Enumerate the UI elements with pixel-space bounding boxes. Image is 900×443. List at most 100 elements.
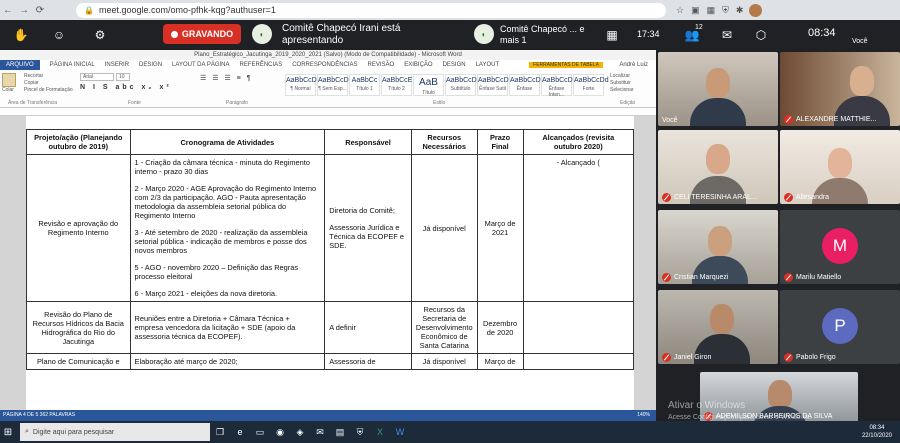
- tab-references[interactable]: REFERÊNCIAS: [240, 62, 283, 68]
- replace-button[interactable]: Substituir: [610, 80, 634, 87]
- tab-table-layout[interactable]: LAYOUT: [476, 62, 500, 68]
- find-button[interactable]: Localizar: [610, 73, 634, 80]
- participant-tile[interactable]: Allesandra: [780, 130, 900, 204]
- cell-responsible[interactable]: Diretoria do Comitê; Assessoria Jurídica…: [324, 154, 412, 302]
- puzzle-icon[interactable]: ✱: [736, 5, 744, 16]
- style-intense-emphasis[interactable]: AaBbCcDd Ênfase Inten...: [541, 74, 577, 98]
- tab-design[interactable]: DESIGN: [139, 62, 162, 68]
- cell-achieved[interactable]: - Alcançado (: [522, 154, 634, 302]
- edge-icon[interactable]: e: [230, 421, 250, 443]
- cell-resources[interactable]: Já disponível: [410, 154, 478, 302]
- paste-icon[interactable]: [2, 73, 16, 87]
- style-emphasis[interactable]: AaBbCcDd Ênfase: [509, 74, 545, 96]
- chrome-icon[interactable]: ◉: [270, 421, 290, 443]
- zoom-level[interactable]: 140%: [637, 410, 650, 421]
- extension-icon[interactable]: ▣: [691, 5, 700, 16]
- reload-icon[interactable]: ⟳: [32, 5, 48, 16]
- cell-deadline[interactable]: Dezembro de 2020: [476, 301, 524, 354]
- cell-achieved[interactable]: [522, 301, 634, 354]
- profile-avatar[interactable]: [749, 3, 763, 17]
- activities-icon[interactable]: ⬡: [752, 26, 770, 44]
- horizontal-ruler[interactable]: [0, 108, 656, 116]
- captions-icon[interactable]: ☺: [50, 26, 68, 44]
- back-icon[interactable]: ←: [0, 5, 16, 16]
- cell-deadline[interactable]: Março de: [476, 353, 524, 370]
- teams-icon[interactable]: ◈: [290, 421, 310, 443]
- copy-button[interactable]: Copiar: [24, 80, 73, 87]
- settings-icon[interactable]: ⚙: [91, 26, 109, 44]
- search-icon: ⌕: [25, 428, 29, 435]
- excel-icon[interactable]: X: [370, 421, 390, 443]
- meeting-clock: 08:34: [808, 27, 836, 39]
- font-name-select[interactable]: Arial: [80, 73, 114, 81]
- tab-mailings[interactable]: CORRESPONDÊNCIAS: [292, 62, 357, 68]
- tab-home[interactable]: PÁGINA INICIAL: [50, 62, 95, 68]
- tab-review[interactable]: REVISÃO: [368, 62, 395, 68]
- cell-resources[interactable]: Já disponível: [410, 353, 478, 370]
- cell-project[interactable]: Revisão do Plano de Recursos Hídricos da…: [26, 301, 131, 354]
- document-page[interactable]: Projeto/ação (Planejando outubro de 2019…: [26, 116, 634, 410]
- participant-tile[interactable]: Você: [658, 52, 778, 126]
- cell-project[interactable]: Plano de Comunicação e: [26, 353, 131, 370]
- style-normal[interactable]: AaBbCcDd ¶ Normal: [285, 74, 321, 96]
- font-size-select[interactable]: 10: [116, 73, 130, 81]
- cell-project[interactable]: Revisão e aprovação do Regimento Interno: [26, 154, 131, 302]
- windows-start-icon[interactable]: ⊞: [0, 421, 16, 443]
- participant-face: [706, 144, 730, 174]
- tab-page-layout[interactable]: LAYOUT DA PÁGINA: [172, 62, 229, 68]
- presentation-chip-logo[interactable]: ◐: [474, 24, 494, 44]
- file-explorer-icon[interactable]: ▭: [250, 421, 270, 443]
- cell-responsible[interactable]: Assessoria de: [324, 353, 412, 370]
- participant-tile[interactable]: M Marilu Matiello: [780, 210, 900, 284]
- schedule-item: 2 - Março 2020 - AGE Aprovação do Regime…: [134, 184, 317, 220]
- raise-hand-icon[interactable]: ✋: [12, 26, 30, 44]
- address-bar[interactable]: 🔒 meet.google.com/omo-pfhk-kqg?authuser=…: [76, 2, 666, 18]
- tab-view[interactable]: EXIBIÇÃO: [404, 62, 432, 68]
- format-painter-button[interactable]: Pincel de Formatação: [24, 87, 73, 94]
- word-icon[interactable]: W: [390, 421, 410, 443]
- tab-insert[interactable]: INSERIR: [105, 62, 129, 68]
- antivirus-icon[interactable]: ⛨: [350, 421, 370, 443]
- style-heading-2[interactable]: AaBbCcE Título 2: [381, 74, 412, 96]
- shield-icon[interactable]: ⛨: [722, 5, 729, 16]
- cell-schedule[interactable]: 1 - Criação da câmara técnica - minuta d…: [129, 154, 326, 302]
- cell-deadline[interactable]: Março de 2021: [476, 154, 524, 302]
- participant-tile[interactable]: ALEXANDRE MATTHIE...: [780, 52, 900, 126]
- layout-icon[interactable]: ▦: [603, 26, 621, 44]
- star-icon[interactable]: ☆: [676, 5, 684, 16]
- participant-tile[interactable]: Cristian Marquezi: [658, 210, 778, 284]
- style-subtle-emphasis[interactable]: AaBbCcDd Ênfase Sutil: [477, 74, 513, 96]
- chat-icon[interactable]: ✉: [718, 26, 736, 44]
- style-heading-1[interactable]: AaBbCc Título 1: [349, 74, 380, 96]
- participant-tile[interactable]: P Pabolo Frigo: [780, 290, 900, 364]
- task-view-icon[interactable]: ❐: [210, 421, 230, 443]
- mail-icon[interactable]: ✉: [310, 421, 330, 443]
- grid-icon[interactable]: ▦: [707, 5, 716, 16]
- user-name: André Luiz: [619, 62, 648, 68]
- group-label-font: Fonte: [128, 100, 141, 106]
- store-icon[interactable]: ▤: [330, 421, 350, 443]
- cell-responsible[interactable]: A definir: [324, 301, 412, 354]
- cell-resources[interactable]: Recursos da Secretaria de Desenvolviment…: [410, 301, 478, 354]
- style-no-spacing[interactable]: AaBbCcDd ¶ Sem Esp...: [317, 74, 353, 96]
- tab-file[interactable]: ARQUIVO: [0, 60, 40, 70]
- cut-button[interactable]: Recortar: [24, 73, 73, 80]
- presentation-chip[interactable]: Comitê Chapecó ... e mais 1: [500, 24, 590, 46]
- extension-icons: ☆ ▣ ▦ ⛨ ✱: [676, 5, 743, 16]
- select-button[interactable]: Selecionar: [610, 87, 634, 94]
- cell-schedule[interactable]: Elaboração até março de 2020;: [129, 353, 326, 370]
- taskbar-search[interactable]: ⌕ Digite aqui para pesquisar: [20, 423, 210, 441]
- participant-tile[interactable]: CELI TERESINHA ARAL...: [658, 130, 778, 204]
- group-label-clipboard: Área de Transferência: [8, 100, 58, 106]
- forward-icon[interactable]: →: [16, 5, 32, 16]
- system-tray-clock[interactable]: 08:34 22/10/2020: [862, 424, 892, 440]
- paragraph-buttons[interactable]: ☰ ☰ ☰ ≡ ¶: [200, 74, 252, 82]
- font-format-buttons[interactable]: N I S abc x₂ x²: [80, 84, 172, 91]
- cell-achieved[interactable]: [522, 353, 634, 370]
- style-title[interactable]: AaB Título: [413, 74, 444, 96]
- tab-table-design[interactable]: DESIGN: [443, 62, 466, 68]
- cell-schedule[interactable]: Reuniões entre a Diretoria + Câmara Técn…: [129, 301, 326, 354]
- style-strong[interactable]: AaBbCcDd Forte: [573, 74, 609, 96]
- style-subtitle[interactable]: AaBbCcD Subtítulo: [445, 74, 477, 96]
- participant-tile[interactable]: Janiel Giron: [658, 290, 778, 364]
